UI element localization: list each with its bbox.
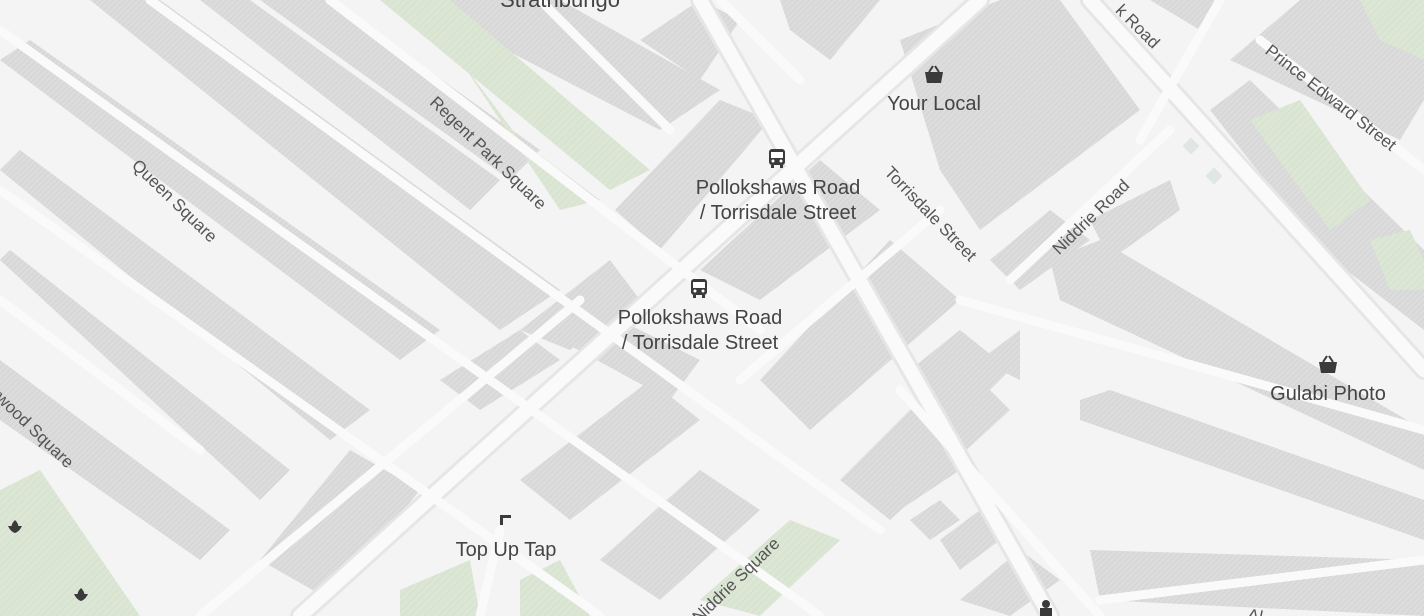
bus-icon[interactable]: [766, 147, 788, 169]
area-label: Strathbungo: [500, 0, 620, 14]
park-icon: [74, 588, 88, 601]
poi-label-top-up-tap[interactable]: Top Up Tap: [456, 538, 557, 563]
street-label-al-partial: Al: [1245, 604, 1265, 616]
amenity-icon: [1040, 600, 1052, 616]
poi-label-gulabi-photo[interactable]: Gulabi Photo: [1270, 382, 1386, 407]
poi-label-bus-stop-1[interactable]: Pollokshaws Road / Torrisdale Street: [696, 176, 861, 226]
shopping-basket-icon[interactable]: [923, 65, 945, 85]
bus-icon[interactable]: [688, 277, 710, 299]
park-icon: [8, 520, 22, 533]
poi-label-bus-stop-2[interactable]: Pollokshaws Road / Torrisdale Street: [618, 306, 783, 356]
map-view[interactable]: Strathbungo Your Local Pollokshaws Road …: [0, 0, 1424, 616]
water-tap-icon[interactable]: [497, 512, 515, 530]
shopping-basket-icon[interactable]: [1317, 355, 1339, 375]
poi-label-your-local[interactable]: Your Local: [887, 92, 981, 117]
